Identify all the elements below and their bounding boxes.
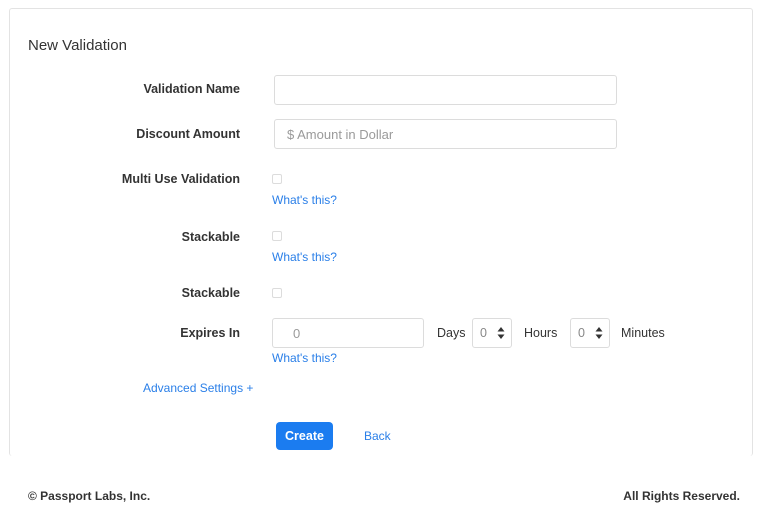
stackable-checkbox[interactable] [272, 231, 282, 241]
validation-name-input[interactable] [274, 75, 617, 105]
discount-amount-label: Discount Amount [136, 127, 240, 141]
stackable-2-label: Stackable [181, 286, 240, 300]
multi-use-label: Multi Use Validation [121, 172, 240, 186]
hours-stepper[interactable]: 0 [472, 318, 512, 348]
minutes-unit-label: Minutes [621, 326, 665, 340]
multi-use-checkbox[interactable] [272, 174, 282, 184]
hours-value: 0 [480, 326, 487, 340]
stackable-2-checkbox[interactable] [272, 288, 282, 298]
stackable-label: Stackable [181, 230, 240, 244]
expires-help-link[interactable]: What's this? [272, 351, 337, 365]
expires-in-label: Expires In [180, 326, 240, 340]
advanced-settings-link[interactable]: Advanced Settings + [143, 381, 253, 395]
multi-use-help-link[interactable]: What's this? [272, 193, 337, 207]
discount-amount-input[interactable] [274, 119, 617, 149]
hours-unit-label: Hours [524, 326, 558, 340]
back-link[interactable]: Back [364, 429, 391, 443]
footer-rights: All Rights Reserved. [623, 489, 740, 503]
stepper-arrows-icon[interactable] [497, 325, 505, 341]
footer-copyright: © Passport Labs, Inc. [28, 489, 151, 503]
validation-name-label: Validation Name [143, 82, 240, 96]
page-title: New Validation [28, 37, 127, 54]
minutes-value: 0 [578, 326, 585, 340]
stackable-help-link[interactable]: What's this? [272, 250, 337, 264]
stepper-arrows-icon[interactable] [595, 325, 603, 341]
expires-days-input[interactable] [272, 318, 424, 348]
create-button[interactable]: Create [276, 422, 333, 450]
minutes-stepper[interactable]: 0 [570, 318, 610, 348]
days-unit-label: Days [437, 326, 466, 340]
